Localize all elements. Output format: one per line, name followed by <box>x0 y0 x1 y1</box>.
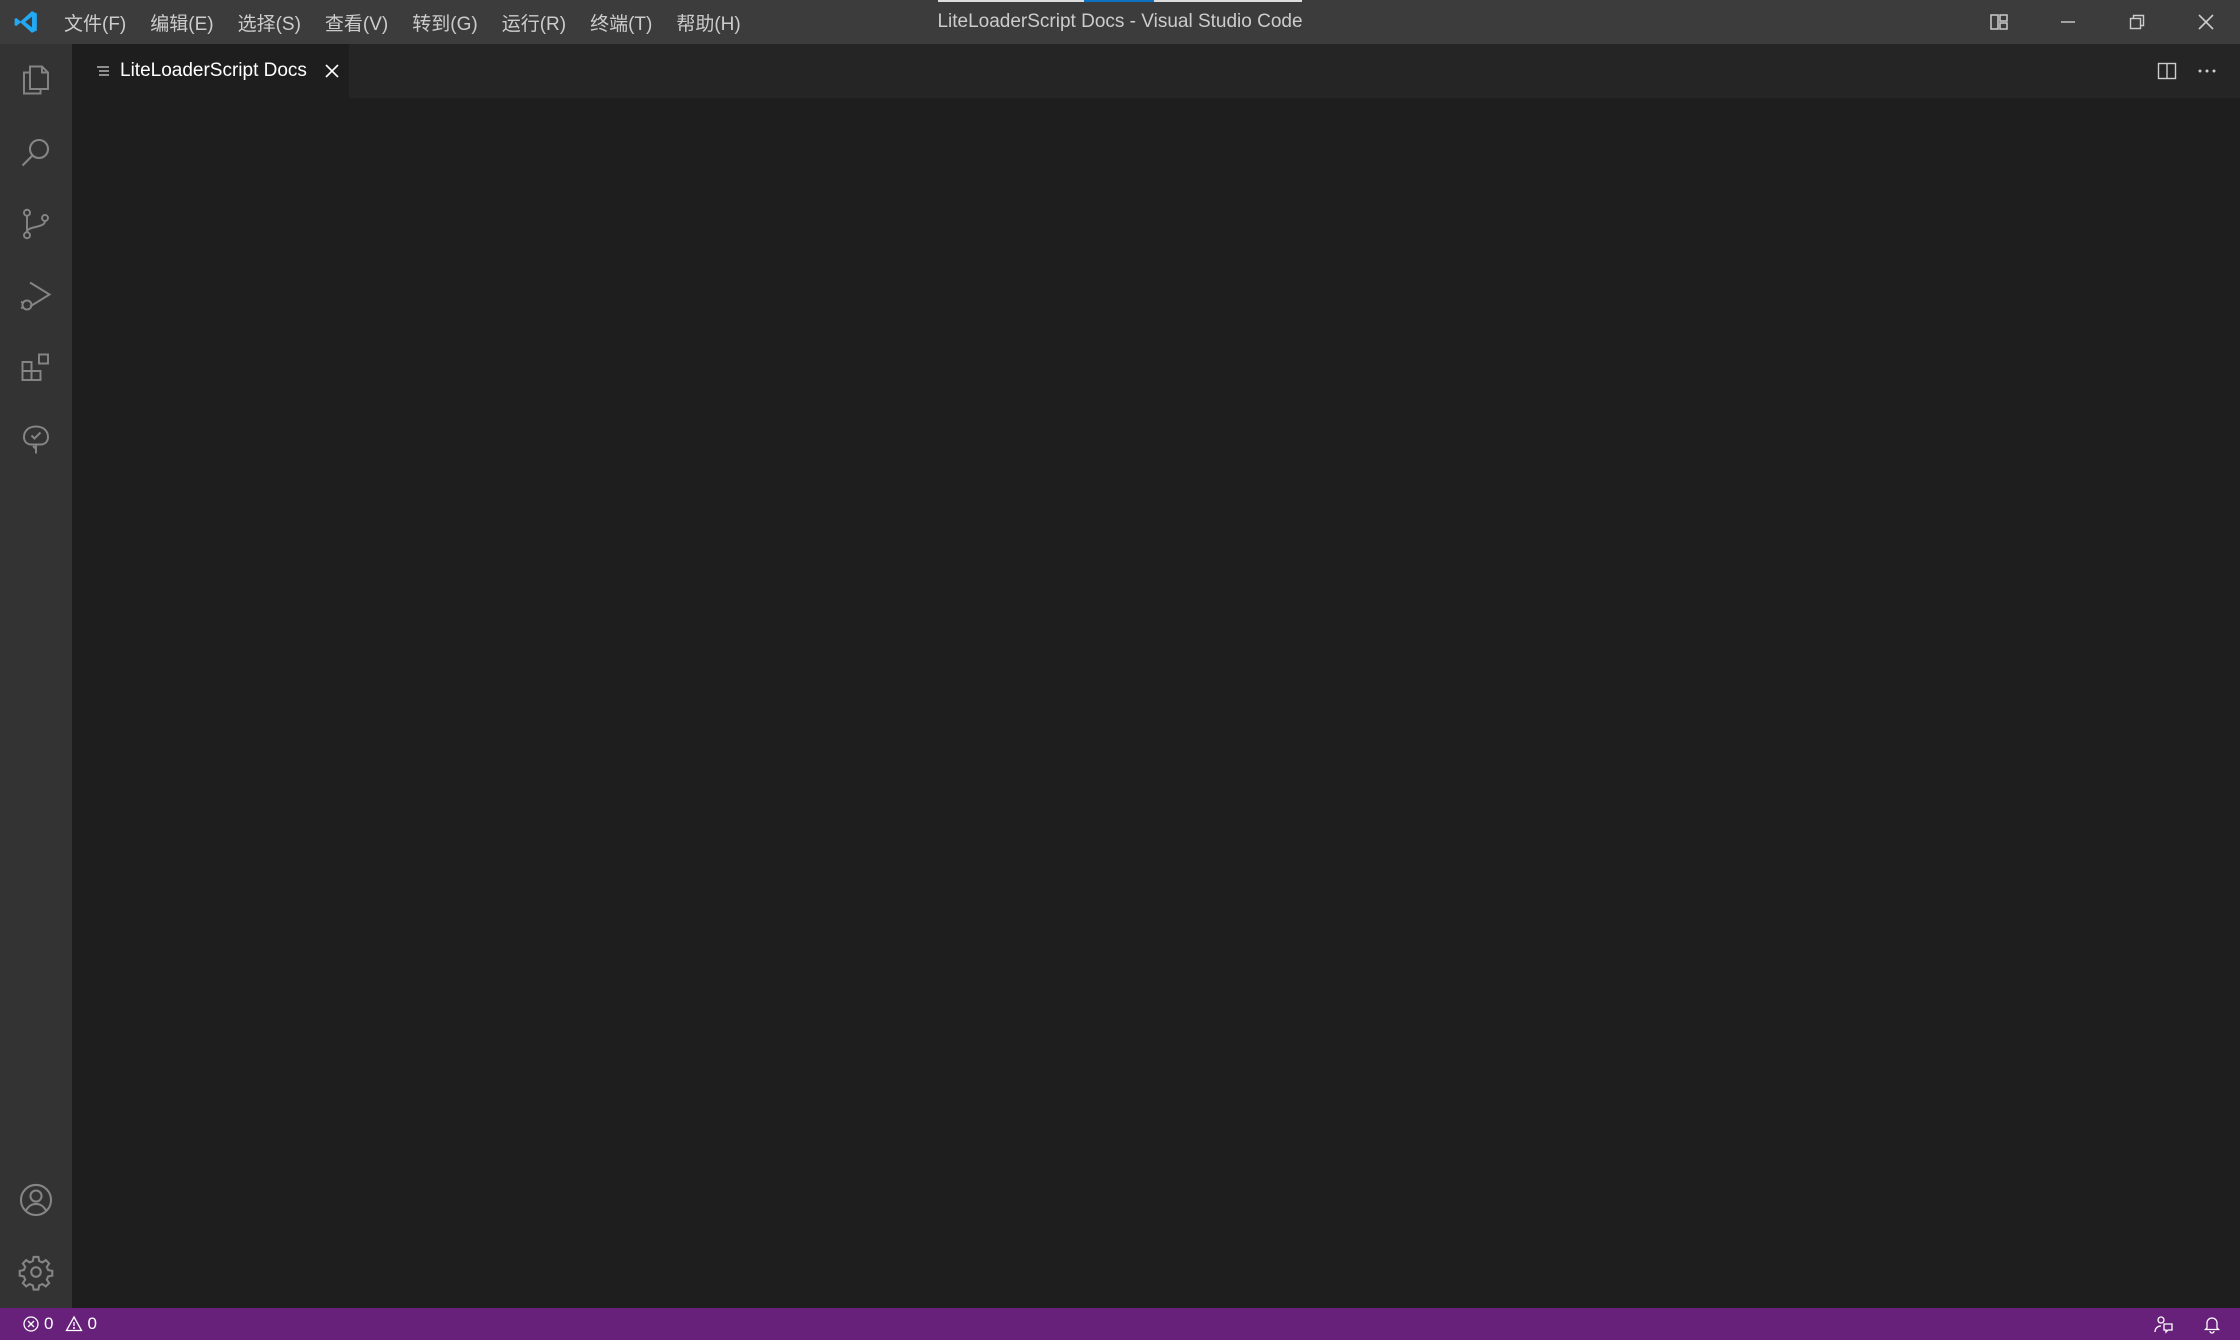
menu-help[interactable]: 帮助(H) <box>664 0 752 44</box>
test-tree-icon[interactable] <box>0 404 72 476</box>
title-progress-bar <box>938 0 1302 2</box>
activity-bar <box>0 44 72 1308</box>
close-window-button[interactable] <box>2171 0 2240 44</box>
restore-button[interactable] <box>2102 0 2171 44</box>
menu-file[interactable]: 文件(F) <box>52 0 138 44</box>
minimize-button[interactable] <box>2033 0 2102 44</box>
window-controls <box>1964 0 2240 44</box>
vscode-window: 文件(F) 编辑(E) 选择(S) 查看(V) 转到(G) 运行(R) 终端(T… <box>0 0 2240 1340</box>
status-bar: 0 0 <box>0 1308 2240 1340</box>
search-icon[interactable] <box>0 116 72 188</box>
ellipsis-icon <box>2198 69 2216 73</box>
problems-status[interactable]: 0 0 <box>0 1314 105 1334</box>
menu-view[interactable]: 查看(V) <box>313 0 400 44</box>
menu-bar: 文件(F) 编辑(E) 选择(S) 查看(V) 转到(G) 运行(R) 终端(T… <box>52 0 753 44</box>
customize-layout-button[interactable] <box>1964 0 2033 44</box>
tab-liteloaderscript-docs[interactable]: LiteLoaderScript Docs <box>72 44 349 98</box>
vscode-logo-icon <box>0 0 52 44</box>
accounts-icon[interactable] <box>0 1164 72 1236</box>
editor-tabs-bar: LiteLoaderScript Docs <box>72 44 2240 98</box>
warning-icon <box>65 1315 84 1332</box>
menu-run[interactable]: 运行(R) <box>490 0 578 44</box>
close-icon <box>2197 14 2214 30</box>
minimize-icon <box>2060 21 2075 23</box>
menu-edit[interactable]: 编辑(E) <box>138 0 225 44</box>
warning-count: 0 <box>87 1314 97 1333</box>
menu-selection[interactable]: 选择(S) <box>226 0 313 44</box>
tab-close-button[interactable] <box>321 60 343 82</box>
close-icon <box>325 64 339 78</box>
tab-label: LiteLoaderScript Docs <box>120 60 307 81</box>
restore-icon <box>2129 14 2144 30</box>
source-control-icon[interactable] <box>0 188 72 260</box>
status-right <box>2152 1308 2222 1340</box>
error-count: 0 <box>44 1314 54 1333</box>
feedback-icon[interactable] <box>2152 1313 2174 1335</box>
split-editor-icon <box>2157 62 2177 80</box>
layout-icon <box>1989 14 2008 30</box>
notifications-bell-icon[interactable] <box>2202 1314 2222 1334</box>
preview-icon <box>97 66 109 76</box>
title-bar: 文件(F) 编辑(E) 选择(S) 查看(V) 转到(G) 运行(R) 终端(T… <box>0 0 2240 44</box>
explorer-icon[interactable] <box>0 44 72 116</box>
extensions-icon[interactable] <box>0 332 72 404</box>
editor-content[interactable] <box>72 98 2240 1308</box>
more-actions-button[interactable] <box>2194 58 2220 84</box>
editor-actions <box>2154 44 2220 98</box>
error-icon <box>23 1316 39 1332</box>
settings-gear-icon[interactable] <box>0 1236 72 1308</box>
split-editor-button[interactable] <box>2154 58 2180 84</box>
menu-go[interactable]: 转到(G) <box>400 0 489 44</box>
run-debug-icon[interactable] <box>0 260 72 332</box>
menu-terminal[interactable]: 终端(T) <box>578 0 664 44</box>
